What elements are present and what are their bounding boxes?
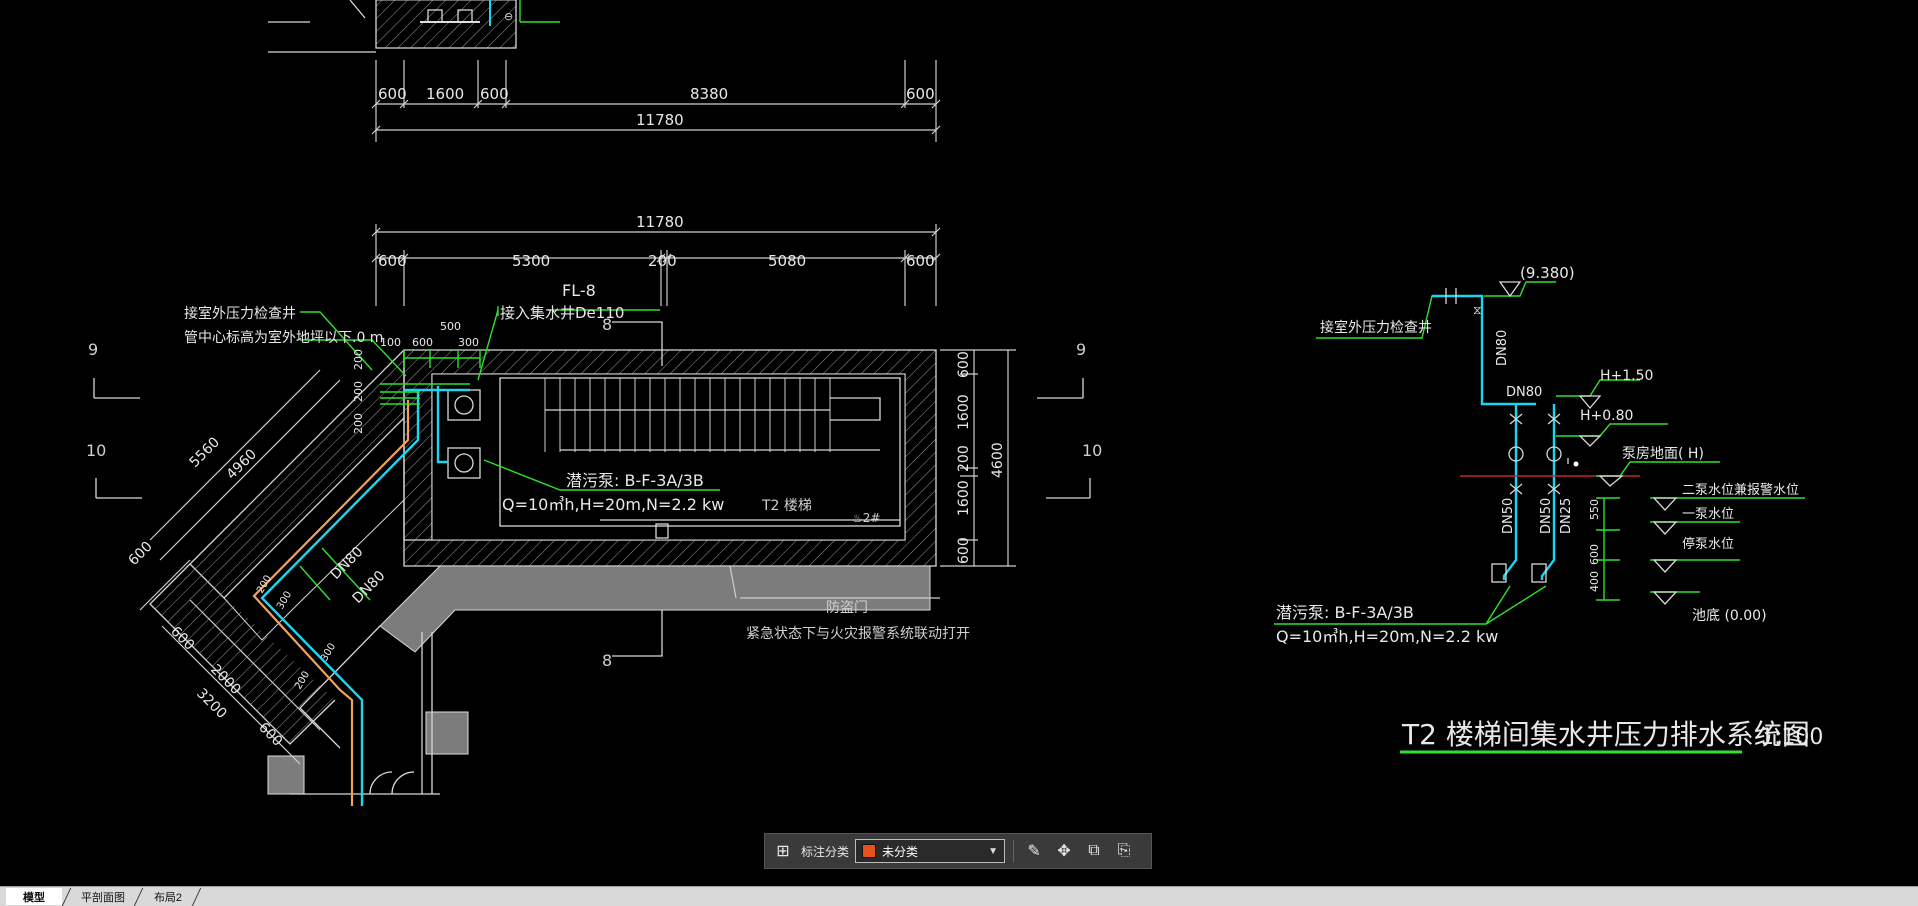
top-dim-8380: 8380 bbox=[690, 85, 728, 103]
level-dim-400: 400 bbox=[1588, 571, 1601, 592]
right-dim-total: 4600 bbox=[990, 442, 1006, 478]
small-dim-100: 100 bbox=[380, 336, 401, 349]
tab-layout2[interactable]: 布局2 bbox=[142, 888, 194, 905]
grid-10-right: 10 bbox=[1082, 441, 1102, 460]
top-dim-600a: 600 bbox=[378, 85, 407, 103]
small-dim-300: 300 bbox=[458, 336, 479, 349]
level-stop: 停泵水位 bbox=[1682, 536, 1734, 552]
grid-8-bottom: 8 bbox=[602, 651, 612, 670]
connect-well-label: 接室外压力检查井 bbox=[184, 305, 296, 322]
grid-9-right: 9 bbox=[1076, 340, 1086, 359]
plan-pump-model: 潜污泵: B-F-3A/3B bbox=[566, 471, 704, 490]
right-dim-200: 200 bbox=[956, 445, 972, 472]
diag-dim-5560: 5560 bbox=[187, 434, 224, 471]
sys-dn80-v: DN80 bbox=[1495, 330, 1510, 366]
diag-dim-4960: 4960 bbox=[224, 446, 261, 483]
sys-connect-well: 接室外压力检查井 bbox=[1320, 319, 1432, 336]
top-dimension-chain: 600 1600 600 8380 600 11780 bbox=[371, 60, 941, 142]
annotation-toolbar: ⊞ 标注分类 未分类 ▼ ✎ ✥ ⧉ ⎘ bbox=[764, 833, 1152, 869]
right-dim-600b: 600 bbox=[956, 537, 972, 564]
pipe-dn80-a: DN80 bbox=[328, 544, 367, 583]
connect-sump-label: 接入集水井De110 bbox=[500, 304, 624, 322]
toolbar-divider bbox=[1013, 840, 1015, 862]
sys-pump-model: 潜污泵: B-F-3A/3B bbox=[1276, 603, 1414, 622]
fl-8-label: FL-8 bbox=[562, 281, 596, 300]
sys-pump-floor: 泵房地面( H) bbox=[1622, 446, 1704, 462]
top-dim-600c: 600 bbox=[906, 85, 935, 103]
plan-dim-5300: 5300 bbox=[512, 252, 550, 270]
top-plan-fragment: ⊖ bbox=[268, 0, 560, 53]
plan-dimension-chain: 11780 600 5300 200 5080 600 bbox=[371, 213, 941, 306]
stair-plan: 9 10 9 10 8 8 600 1600 200 1600 600 4600… bbox=[86, 315, 1102, 795]
plan-dim-600a: 600 bbox=[378, 252, 407, 270]
stair-label: T2 楼梯 bbox=[761, 498, 812, 514]
system-title: T2 楼梯间集水井压力排水系统图 bbox=[1401, 718, 1810, 751]
pit-bottom: 池底 (0.00) bbox=[1692, 608, 1767, 624]
copy-icon[interactable]: ⧉ bbox=[1082, 839, 1106, 863]
door-note: 紧急状态下与火灾报警系统联动打开 bbox=[746, 625, 970, 642]
top-dim-1600: 1600 bbox=[426, 85, 464, 103]
elev-top: (9.380) bbox=[1520, 264, 1575, 282]
sys-h080: H+0.80 bbox=[1580, 408, 1633, 424]
top-dim-600b: 600 bbox=[480, 85, 509, 103]
category-value: 未分类 bbox=[882, 844, 919, 859]
level-dim-600: 600 bbox=[1588, 544, 1601, 565]
sys-dn50b: DN50 bbox=[1539, 498, 1554, 534]
sys-pump-params: Q=10㎥h,H=20m,N=2.2 kw bbox=[1276, 627, 1498, 646]
top-dim-total: 11780 bbox=[636, 111, 684, 129]
category-color-swatch bbox=[862, 844, 877, 858]
diag-dim-600: 600 bbox=[126, 539, 156, 569]
pipe-small-200a: 200 bbox=[255, 573, 274, 595]
pipe-center-label: 管中心标高为室外地坪以下.0 m bbox=[184, 329, 383, 346]
level-dim-550: 550 bbox=[1588, 499, 1601, 520]
plan-pump-params: Q=10㎥h,H=20m,N=2.2 kw bbox=[502, 495, 724, 514]
grid-icon[interactable]: ⊞ bbox=[771, 839, 795, 863]
sys-dn50: DN50 bbox=[1501, 498, 1516, 534]
small-dim-500: 500 bbox=[440, 320, 461, 333]
tab-plan-section[interactable]: 平剖面图 bbox=[70, 888, 136, 905]
sys-dn25: DN25 bbox=[1559, 498, 1574, 534]
grid-10-left: 10 bbox=[86, 441, 106, 460]
plan-dim-total: 11780 bbox=[636, 213, 684, 231]
svg-text:♨2#: ♨2# bbox=[852, 511, 880, 525]
edit-icon[interactable]: ✎ bbox=[1022, 839, 1046, 863]
svg-text:⧖: ⧖ bbox=[1473, 303, 1481, 317]
side-dim-200b: 200 bbox=[352, 381, 365, 402]
pipe-small-300b: 300 bbox=[319, 641, 338, 663]
system-scale: 1:100 bbox=[1760, 725, 1823, 750]
door-label: 防盗门 bbox=[826, 600, 868, 616]
level-one: 一泵水位 bbox=[1682, 507, 1734, 522]
pipe-small-300a: 300 bbox=[275, 589, 294, 611]
move-icon[interactable]: ✥ bbox=[1052, 839, 1076, 863]
paste-icon[interactable]: ⎘ bbox=[1112, 839, 1136, 863]
tab-model[interactable]: 模型 bbox=[6, 888, 62, 905]
plan-dim-600b: 600 bbox=[906, 252, 935, 270]
right-dim-600a: 600 bbox=[956, 351, 972, 378]
plan-dim-200: 200 bbox=[648, 252, 677, 270]
system-diagram: ⧖ (9.380) 接室外压力检查井 DN80 DN80 H+1.50 H+0.… bbox=[1274, 264, 1823, 754]
plan-dim-5080: 5080 bbox=[768, 252, 806, 270]
grid-9-left: 9 bbox=[88, 340, 98, 359]
layout-tab-bar: 模型 平剖面图 布局2 bbox=[0, 886, 1918, 906]
diag2-dim-3200: 3200 bbox=[193, 686, 230, 723]
small-dim-600: 600 bbox=[412, 336, 433, 349]
side-dim-200a: 200 bbox=[352, 349, 365, 370]
level-alarm: 二泵水位兼报警水位 bbox=[1682, 482, 1799, 498]
sys-dn80-h: DN80 bbox=[1506, 385, 1542, 400]
cad-drawing-canvas[interactable]: ⊖ 600 1600 600 8380 600 11780 11780 600 … bbox=[0, 0, 1918, 886]
chevron-down-icon: ▼ bbox=[988, 845, 999, 857]
category-dropdown[interactable]: 未分类 ▼ bbox=[855, 839, 1006, 863]
right-dim-1600b: 1600 bbox=[956, 480, 972, 516]
category-label: 标注分类 bbox=[801, 844, 850, 859]
right-dim-1600a: 1600 bbox=[956, 394, 972, 430]
svg-text:⊖: ⊖ bbox=[504, 10, 513, 23]
side-dim-200c: 200 bbox=[352, 413, 365, 434]
pipe-dn80-b: DN80 bbox=[350, 568, 389, 607]
sys-h150: H+1.50 bbox=[1600, 368, 1653, 384]
